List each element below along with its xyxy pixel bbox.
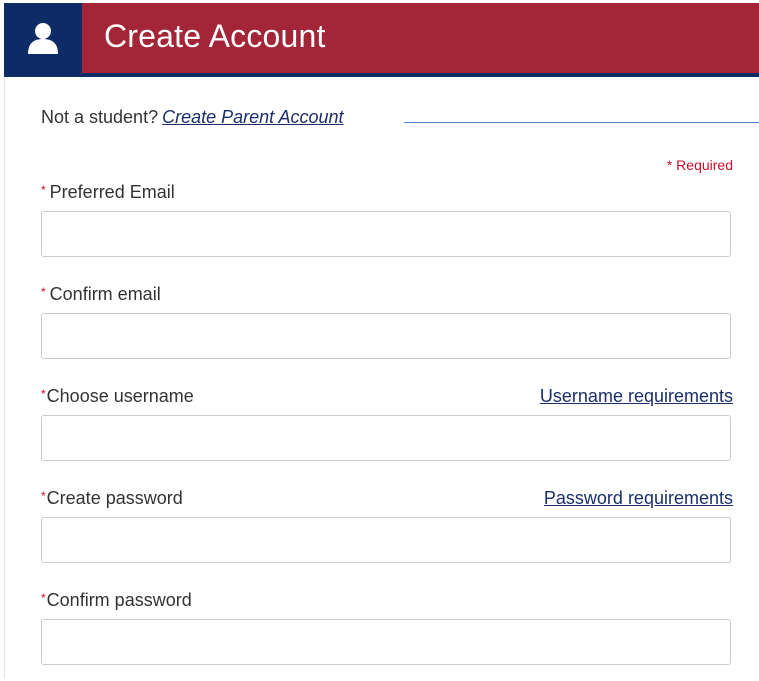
choose-username-label: *Choose username	[41, 386, 194, 407]
header-icon-box	[4, 3, 82, 73]
required-star: *	[41, 591, 46, 605]
required-star: *	[41, 183, 46, 197]
not-student-text: Not a student?	[41, 107, 159, 127]
confirm-email-label: * Confirm email	[41, 284, 161, 305]
confirm-password-label-text: Confirm password	[46, 590, 192, 610]
confirm-password-label: *Confirm password	[41, 590, 192, 611]
choose-username-label-text: Choose username	[46, 386, 194, 406]
page-title: Create Account	[104, 18, 326, 54]
required-star: *	[41, 387, 46, 401]
preferred-email-input[interactable]	[41, 211, 731, 257]
username-requirements-link[interactable]: Username requirements	[540, 386, 733, 407]
create-password-label-text: Create password	[46, 488, 183, 508]
confirm-email-label-text: Confirm email	[49, 284, 161, 304]
required-note: * Required	[666, 157, 733, 173]
password-requirements-link[interactable]: Password requirements	[544, 488, 733, 509]
preferred-email-label: * Preferred Email	[41, 182, 175, 203]
required-star: *	[41, 489, 46, 503]
header-bar: Create Account	[4, 3, 759, 77]
user-icon	[28, 23, 58, 54]
create-parent-account-link[interactable]: Create Parent Account	[162, 107, 343, 127]
confirm-password-input[interactable]	[41, 619, 731, 665]
title-bar: Create Account	[82, 3, 759, 73]
username-input[interactable]	[41, 415, 731, 461]
required-star: *	[41, 285, 46, 299]
preferred-email-label-text: Preferred Email	[49, 182, 175, 202]
password-input[interactable]	[41, 517, 731, 563]
divider-line	[404, 122, 759, 123]
confirm-email-input[interactable]	[41, 313, 731, 359]
create-password-label: *Create password	[41, 488, 183, 509]
parent-account-prompt: Not a student? Create Parent Account	[41, 107, 344, 128]
create-account-page: Create Account Not a student? Create Pare…	[0, 0, 759, 681]
left-border	[4, 78, 5, 678]
